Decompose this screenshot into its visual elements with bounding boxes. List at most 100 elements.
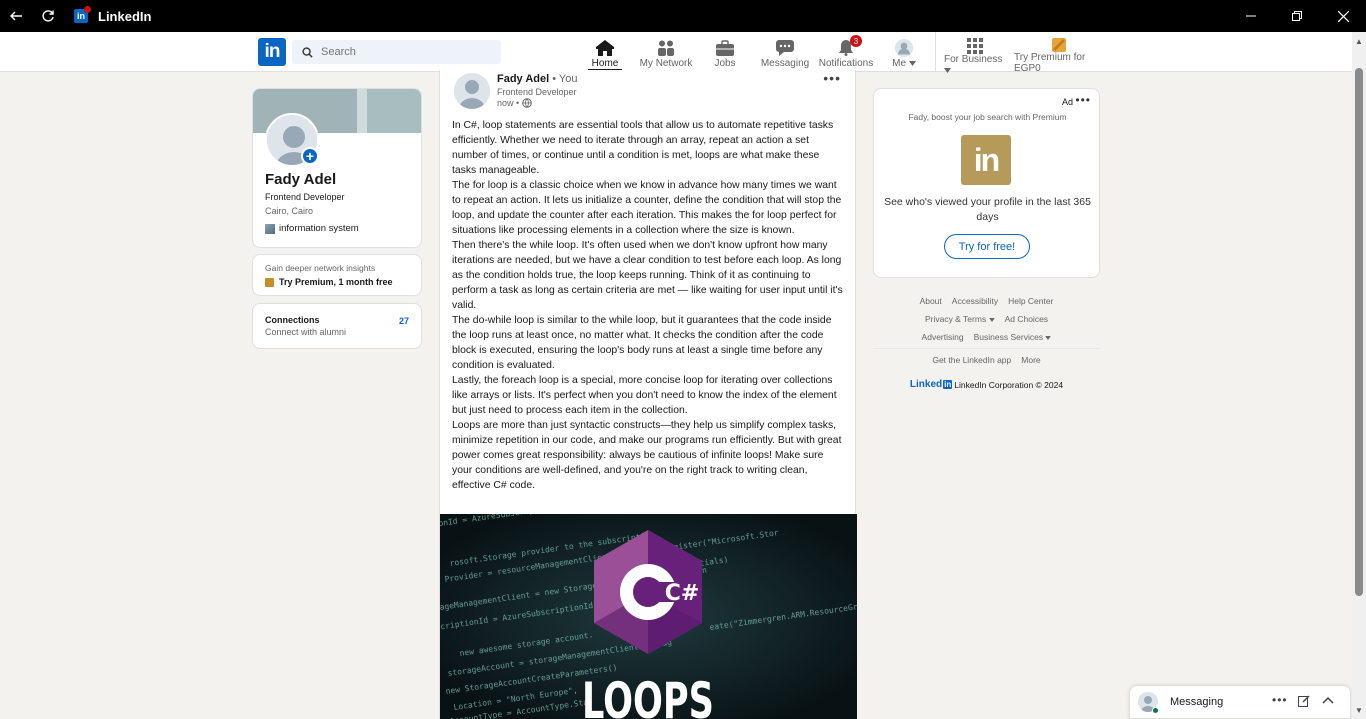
linkedin-wordmark: Linked in: [909, 379, 953, 390]
nav-notifications-label: Notifications: [818, 58, 874, 69]
premium-promo-link[interactable]: Try Premium, 1 month free: [265, 277, 409, 287]
profile-card[interactable]: + Fady Adel Frontend Developer Cairo, Ca…: [252, 88, 422, 248]
post-author[interactable]: Fady Adel • You: [497, 73, 578, 85]
linkedin-premium-logo: in: [961, 135, 1011, 185]
nav-me[interactable]: Me: [889, 34, 919, 71]
post-paragraph: In C#, loop statements are essential too…: [452, 120, 834, 176]
post-author-headline: Frontend Developer: [497, 87, 577, 97]
nav-my-network[interactable]: My Network: [638, 34, 694, 71]
organization-icon: [265, 223, 275, 234]
messaging-overlay[interactable]: Messaging •••: [1129, 685, 1351, 719]
page-scrollbar[interactable]: ▲ ▼: [1352, 32, 1366, 719]
footer-copyright: Linked in LinkedIn Corporation © 2024: [873, 379, 1100, 390]
home-icon: [596, 38, 614, 58]
chevron-up-icon[interactable]: [1322, 695, 1334, 710]
minimize-icon[interactable]: [1228, 0, 1274, 32]
bell-icon: 3: [838, 35, 862, 58]
feed-post: Fady Adel • You Frontend Developer now •…: [439, 70, 857, 719]
post-paragraph: Loops are more than just syntactic const…: [452, 420, 842, 491]
add-photo-icon[interactable]: +: [301, 147, 319, 165]
app-logo-icon: in: [74, 6, 91, 23]
window-title: LinkedIn: [98, 8, 152, 24]
messaging-more-icon[interactable]: •••: [1272, 693, 1288, 707]
footer-divider: [873, 348, 1100, 349]
scroll-down-icon[interactable]: ▼: [1352, 703, 1366, 717]
nav-home[interactable]: Home: [588, 34, 622, 71]
nav-try-premium-label: Try Premium for EGP0: [1014, 52, 1086, 74]
nav-notifications[interactable]: 3 Notifications: [819, 34, 873, 71]
connections-count: 27: [398, 316, 409, 326]
svg-text:C#: C#: [665, 581, 700, 606]
search-box[interactable]: [292, 40, 501, 64]
nav-try-premium[interactable]: Try Premium for EGP0: [1014, 34, 1104, 74]
premium-ad-card[interactable]: Ad ••• Fady, boost your job search with …: [873, 88, 1100, 278]
refresh-icon[interactable]: [32, 0, 64, 32]
post-timestamp: now •: [497, 98, 532, 108]
ad-more-options-icon[interactable]: •••: [1075, 93, 1091, 107]
profile-organization-label: information system: [279, 223, 359, 234]
jobs-icon: [716, 38, 734, 58]
nav-home-label: Home: [591, 58, 619, 69]
ad-subtitle: Fady, boost your job search with Premium: [908, 112, 1067, 122]
premium-icon: [265, 277, 274, 287]
messaging-label: Messaging: [1170, 696, 1224, 708]
post-body: In C#, loop statements are essential too…: [452, 118, 846, 493]
scroll-up-icon[interactable]: ▲: [1352, 34, 1366, 48]
nav-messaging[interactable]: Messaging: [760, 34, 810, 71]
grid-icon: [967, 38, 983, 54]
online-status-indicator: [1152, 707, 1159, 714]
footer-link-privacy-terms[interactable]: Privacy & Terms: [925, 314, 995, 324]
chevron-down-icon: [944, 68, 951, 73]
footer-link-get-app[interactable]: Get the LinkedIn app: [932, 355, 1011, 365]
avatar-icon: [895, 38, 913, 58]
profile-name[interactable]: Fady Adel: [265, 171, 336, 188]
nav-messaging-label: Messaging: [760, 58, 810, 69]
post-paragraph: Lastly, the foreach loop is a special, m…: [452, 375, 837, 416]
profile-organization[interactable]: information system: [265, 223, 359, 234]
restore-icon[interactable]: [1274, 0, 1320, 32]
nav-for-business[interactable]: For Business: [944, 34, 1006, 73]
premium-promo-line1: Gain deeper network insights: [265, 263, 376, 273]
nav-me-label: Me: [892, 58, 916, 69]
footer-link-ad-choices[interactable]: Ad Choices: [1005, 314, 1048, 324]
search-input[interactable]: [321, 46, 481, 58]
footer-link-accessibility[interactable]: Accessibility: [952, 296, 998, 306]
footer-link-about[interactable]: About: [920, 296, 942, 306]
connections-card[interactable]: Connections Connect with alumni 27: [252, 303, 422, 349]
try-for-free-button[interactable]: Try for free!: [944, 234, 1030, 259]
post-author-avatar[interactable]: [454, 73, 490, 109]
footer-link-business-services[interactable]: Business Services: [974, 332, 1052, 342]
post-paragraph: The for loop is a classic choice when we…: [452, 180, 842, 236]
profile-location: Cairo, Cairo: [265, 206, 314, 216]
footer-link-more[interactable]: More: [1021, 355, 1040, 365]
copyright-text: LinkedIn Corporation © 2024: [954, 379, 1064, 390]
back-arrow-icon[interactable]: [0, 0, 32, 32]
messaging-icon: [776, 38, 794, 58]
notification-badge: 3: [850, 35, 862, 47]
scrollbar-thumb[interactable]: [1355, 68, 1363, 596]
linkedin-logo[interactable]: in: [258, 38, 286, 66]
footer-link-help-center[interactable]: Help Center: [1008, 296, 1053, 306]
premium-promo-card[interactable]: Gain deeper network insights Try Premium…: [252, 254, 422, 296]
top-nav: in Home My Network Jobs Messaging 3 Noti…: [0, 32, 1352, 74]
image-title: LOOPS: [582, 672, 714, 719]
ad-text: See who's viewed your profile in the las…: [884, 196, 1091, 223]
nav-for-business-label: For Business: [944, 54, 1006, 76]
close-icon[interactable]: [1320, 0, 1366, 32]
search-icon: [302, 46, 313, 58]
compose-icon[interactable]: [1298, 695, 1310, 710]
nav-divider: [935, 32, 936, 72]
premium-icon: [1052, 38, 1066, 52]
nav-jobs-label: Jobs: [714, 58, 736, 69]
footer-link-advertising[interactable]: Advertising: [922, 332, 964, 342]
nav-jobs[interactable]: Jobs: [711, 34, 739, 71]
post-more-options-icon[interactable]: •••: [823, 70, 841, 86]
chevron-down-icon: [908, 61, 916, 66]
footer-links: About Accessibility Help Center Privacy …: [873, 292, 1100, 390]
post-image[interactable]: ionId = AzureSubscriptionId rosoft.Stora…: [440, 514, 857, 719]
ad-label: Ad: [1061, 97, 1073, 107]
window-titlebar: in LinkedIn: [0, 0, 1366, 32]
chevron-down-icon: [1045, 336, 1052, 340]
network-icon: [657, 38, 675, 58]
post-paragraph: The do-while loop is similar to the whil…: [452, 315, 832, 371]
